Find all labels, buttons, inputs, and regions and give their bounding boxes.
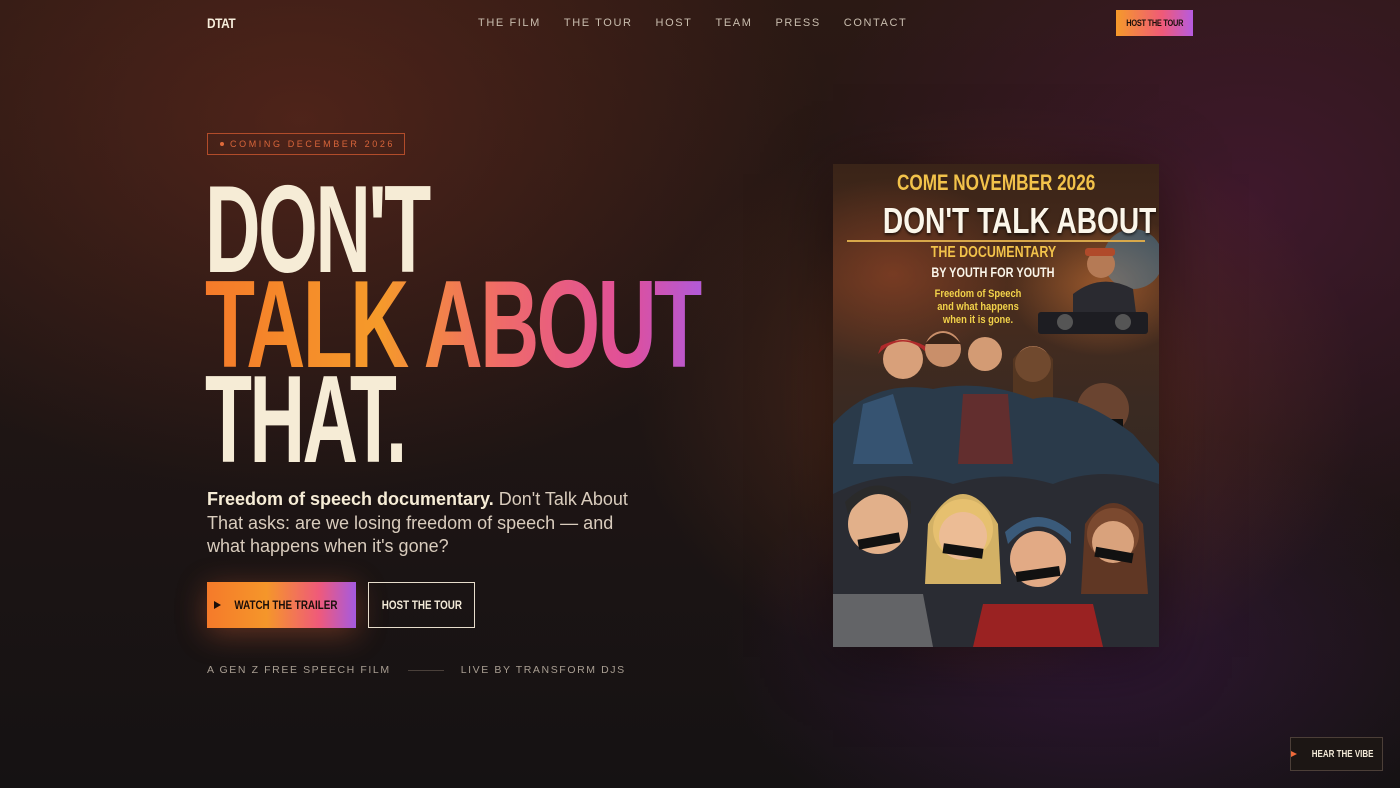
watch-trailer-label: WATCH THE TRAILER: [234, 598, 338, 612]
poster-subtitle-1-text: THE DOCUMENTARY: [930, 244, 1056, 261]
hear-the-vibe-label: HEAR THE VIBE: [1312, 748, 1374, 760]
tagline-row: A GEN Z FREE SPEECH FILM LIVE BY TRANSFO…: [207, 664, 626, 676]
watch-trailer-button[interactable]: WATCH THE TRAILER: [207, 582, 356, 628]
release-badge: COMING DECEMBER 2026: [207, 133, 405, 155]
nav-links: THE FILM THE TOUR HOST TEAM PRESS CONTAC…: [478, 17, 930, 29]
tagline-right: LIVE BY TRANSFORM DJS: [460, 664, 626, 676]
poster-date: COME NOVEMBER 2026: [833, 170, 1159, 196]
top-nav: DTAT THE FILM THE TOUR HOST TEAM PRESS C…: [0, 0, 1400, 46]
poster-subtitle-2: BY YOUTH FOR YOUTH: [893, 264, 1093, 280]
poster-title-text: DON'T TALK ABOUT THAT: [882, 200, 1159, 241]
site-logo[interactable]: DTAT: [207, 15, 236, 31]
dot-icon: [220, 142, 224, 146]
headline-line-3: THAT.: [205, 351, 407, 489]
nav-cta-label: HOST THE TOUR: [1126, 18, 1183, 28]
host-tour-button[interactable]: HOST THE TOUR: [368, 582, 475, 628]
nav-link-host[interactable]: HOST: [656, 17, 693, 29]
poster-date-text: COME NOVEMBER 2026: [896, 170, 1096, 195]
tagline-divider: [407, 669, 444, 671]
poster-tagline-line: Freedom of Speech: [934, 288, 1022, 300]
play-icon: [1291, 751, 1298, 757]
hero-description: Freedom of speech documentary. Don't Tal…: [207, 488, 637, 559]
film-poster: COME NOVEMBER 2026 DON'T TALK ABOUT THAT…: [833, 164, 1159, 647]
nav-link-team[interactable]: TEAM: [716, 17, 753, 29]
nav-link-the-film[interactable]: THE FILM: [478, 17, 541, 29]
poster-subtitle-1: THE DOCUMENTARY: [893, 244, 1093, 262]
poster-divider: [847, 240, 1145, 242]
play-icon: [214, 601, 222, 609]
poster-subtitle-2-text: BY YOUTH FOR YOUTH: [931, 264, 1055, 280]
nav-host-tour-button[interactable]: HOST THE TOUR: [1116, 10, 1193, 36]
host-tour-label: HOST THE TOUR: [381, 598, 462, 612]
poster-title: DON'T TALK ABOUT THAT: [833, 200, 1159, 242]
nav-link-contact[interactable]: CONTACT: [844, 17, 908, 29]
poster-tagline: Freedom of Speech and what happens when …: [913, 288, 1043, 327]
poster-tagline-line: and what happens: [937, 301, 1019, 313]
nav-link-press[interactable]: PRESS: [775, 17, 820, 29]
tagline-left: A GEN Z FREE SPEECH FILM: [207, 664, 391, 676]
hear-the-vibe-button[interactable]: HEAR THE VIBE: [1290, 737, 1383, 771]
poster-tagline-line: when it is gone.: [942, 314, 1014, 326]
nav-link-the-tour[interactable]: THE TOUR: [564, 17, 633, 29]
badge-text: COMING DECEMBER 2026: [230, 139, 396, 149]
hero-description-strong: Freedom of speech documentary.: [207, 489, 494, 509]
